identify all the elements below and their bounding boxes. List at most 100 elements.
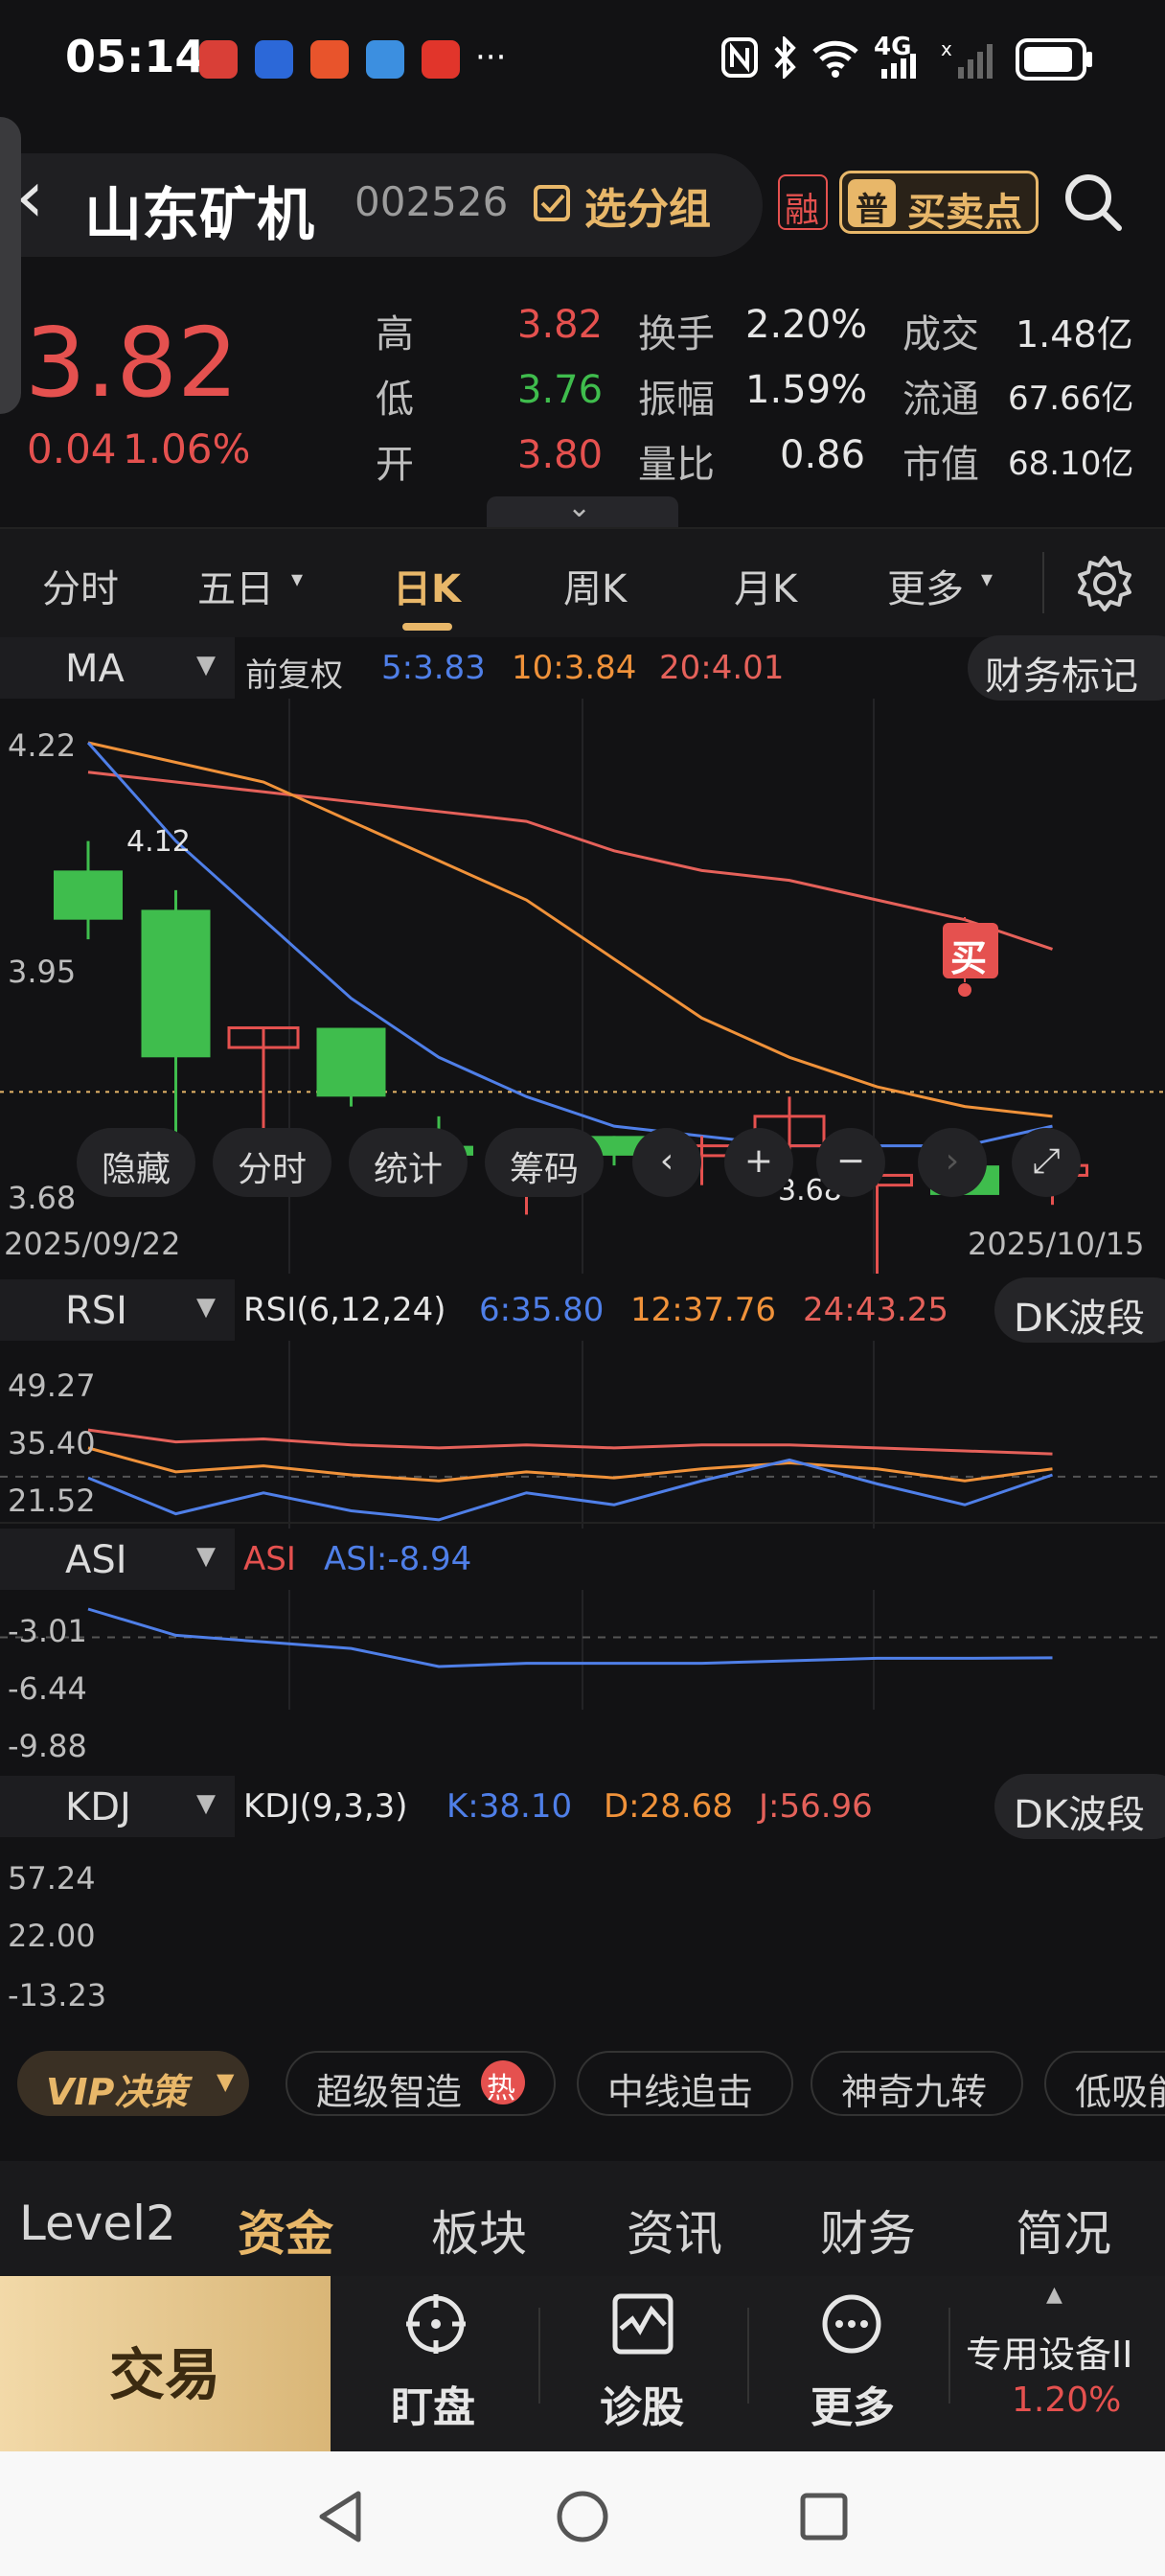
buy-signal-badge[interactable]: 买 [943, 923, 998, 979]
tab-more[interactable]: 更多 [887, 558, 964, 613]
plus-icon: + [743, 1141, 774, 1181]
kdj-dk-band-button[interactable]: DK波段 [994, 1774, 1165, 1839]
trade-button[interactable]: 交易 [0, 2276, 331, 2451]
ma5-value: 5:3.83 [381, 649, 486, 687]
chevron-down-icon: ⌄ [567, 491, 592, 524]
tab-capital[interactable]: 资金 [238, 2196, 333, 2265]
chevron-right-icon: › [945, 1141, 960, 1181]
financial-marker-button[interactable]: 财务标记 [968, 635, 1165, 701]
dk-band-button[interactable]: DK波段 [994, 1277, 1165, 1343]
kdj-indicator-label: KDJ [65, 1785, 131, 1829]
fullscreen-button[interactable]: ⤢ [1012, 1128, 1081, 1197]
hide-button[interactable]: 隐藏 [77, 1128, 195, 1197]
asi-indicator-select[interactable]: ASI ▼ [0, 1529, 235, 1590]
more-notifications-icon: ··· [475, 38, 507, 77]
caret-up-icon: ▲ [1046, 2283, 1062, 2307]
ma-indicator-label: MA [65, 647, 125, 691]
ma-indicator-select[interactable]: MA ▼ [0, 637, 235, 699]
margin-badge[interactable]: 融 [778, 174, 828, 230]
asi-value: ASI:-8.94 [324, 1540, 472, 1578]
vip-decision-button[interactable]: VIP决策 ▼ [17, 2051, 249, 2116]
tab-news[interactable]: 资讯 [627, 2196, 722, 2265]
kdj-indicator-select[interactable]: KDJ ▼ [0, 1776, 235, 1837]
sector-indicator[interactable]: ▲ 专用设备II 1.20% [958, 2283, 1165, 2442]
app-icon-blue [255, 40, 293, 79]
rsi-header: RSI ▼ RSI(6,12,24) 6:35.80 12:37.76 24:43… [0, 1277, 1165, 1343]
cellular-4g-icon [881, 54, 916, 79]
rsi-y-mid: 35.40 [8, 1425, 96, 1461]
price-change: 0.04 [27, 426, 117, 472]
candle-body [316, 1027, 386, 1097]
strategy-low-buy[interactable]: 低吸能 [1044, 2051, 1165, 2116]
float-cap-value: 67.66亿 [1008, 380, 1134, 418]
tab-five-day[interactable]: 五日 [197, 558, 274, 613]
rsi12-value: 12:37.76 [630, 1291, 777, 1329]
settings-gear-icon[interactable] [1073, 552, 1136, 615]
turnover-label: 换手 [638, 312, 715, 356]
sector-name: 专用设备II [966, 2334, 1133, 2376]
recents-square-icon[interactable] [799, 2492, 849, 2542]
rsi6-value: 6:35.80 [479, 1291, 605, 1329]
period-tabs: 分时 五日 ▾ 日K 周K 月K 更多 ▾ [0, 527, 1165, 637]
tab-finance[interactable]: 财务 [820, 2196, 916, 2265]
rsi-y-max: 49.27 [8, 1368, 96, 1404]
checkbox-icon[interactable] [533, 184, 571, 222]
diagnose-button[interactable]: 诊股 [590, 2288, 696, 2442]
asi-y-min: -9.88 [8, 1728, 87, 1764]
stock-code: 002526 [354, 178, 509, 225]
back-triangle-icon[interactable] [316, 2490, 364, 2543]
app-icon-red [199, 40, 238, 79]
buy-signal-dot [958, 983, 971, 997]
select-group-button[interactable]: 选分组 [584, 174, 711, 236]
buysell-points-button[interactable]: 普 买卖点 [839, 171, 1039, 235]
watch-button[interactable]: 盯盘 [383, 2288, 489, 2442]
expand-quote-button[interactable]: ⌄ [487, 491, 678, 527]
tab-daily-k[interactable]: 日K [393, 558, 461, 613]
chart-area[interactable]: MA ▼ 前复权 5:3.83 10:3.84 20:4.01 财务标记 4.22… [0, 635, 1165, 2032]
ma5-line [86, 742, 1053, 1148]
rsi-indicator-select[interactable]: RSI ▼ [0, 1279, 235, 1341]
price-change-pct: 1.06% [123, 426, 251, 472]
more-button[interactable]: 更多 [799, 2288, 904, 2442]
d-value: D:28.68 [604, 1787, 733, 1826]
tab-sector[interactable]: 板块 [431, 2196, 527, 2265]
adjust-type[interactable]: 前复权 [245, 649, 343, 696]
zoom-out-button[interactable]: − [816, 1128, 885, 1197]
high-price-label: 4.12 [126, 825, 191, 859]
high-label: 高 [376, 312, 414, 356]
back-icon[interactable]: ‹ [15, 153, 44, 239]
scroll-right-button[interactable]: › [918, 1128, 987, 1197]
kdj-header: KDJ ▼ KDJ(9,3,3) K:38.10 D:28.68 J:56.96 … [0, 1774, 1165, 1839]
cellular-x-icon: x [941, 38, 993, 79]
volume-value: 1.48亿 [1016, 313, 1133, 356]
search-icon[interactable] [1062, 171, 1125, 234]
statistics-button[interactable]: 统计 [349, 1128, 468, 1197]
strategy-midline-chase[interactable]: 中线追击 [577, 2051, 793, 2116]
ma10-value: 10:3.84 [512, 649, 637, 687]
kdj-title: KDJ(9,3,3) [243, 1787, 408, 1826]
dropdown-icon: ▼ [196, 1293, 216, 1322]
ma10-line [87, 741, 1053, 1118]
scroll-left-button[interactable]: ‹ [632, 1128, 701, 1197]
more-dropdown-icon: ▾ [981, 565, 994, 592]
chips-button[interactable]: 筹码 [485, 1128, 604, 1197]
hot-badge: 热 [481, 2060, 525, 2105]
stock-name: 山东矿机 [84, 182, 314, 249]
open-value: 3.80 [517, 433, 604, 477]
strategy-magic-nine[interactable]: 神奇九转 [811, 2051, 1023, 2116]
ma-y-min: 3.68 [8, 1180, 77, 1216]
tab-profile[interactable]: 简况 [1016, 2196, 1111, 2265]
home-circle-icon[interactable] [556, 2490, 609, 2543]
divider [948, 2308, 950, 2404]
tab-weekly-k[interactable]: 周K [563, 558, 627, 613]
tab-level2[interactable]: Level2 [19, 2196, 176, 2251]
svg-text:x: x [941, 38, 952, 60]
candle-body [54, 870, 123, 920]
market-cap-label: 市值 [902, 443, 979, 487]
tab-intraday[interactable]: 分时 [42, 558, 119, 613]
zoom-in-button[interactable]: + [724, 1128, 793, 1197]
volume-ratio-label: 量比 [638, 443, 715, 487]
ma20-value: 20:4.01 [659, 649, 785, 687]
tab-monthly-k[interactable]: 月K [734, 558, 797, 613]
intraday-button[interactable]: 分时 [213, 1128, 331, 1197]
